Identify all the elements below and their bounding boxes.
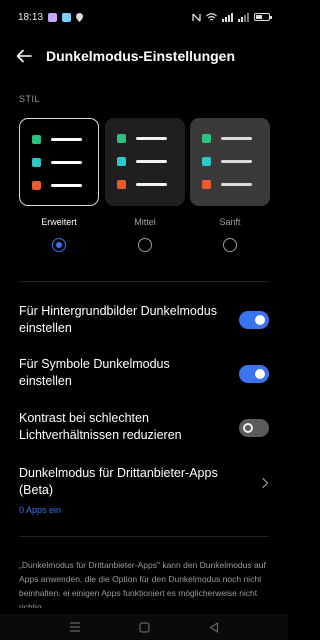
battery-icon [254, 13, 272, 21]
location-icon [76, 12, 84, 22]
style-label-sanft: Sanft [219, 217, 241, 227]
setting-label: Kontrast bei schlechten Lichtverhältniss… [19, 411, 182, 442]
green-square-icon [32, 134, 41, 144]
toggle-knob [255, 369, 265, 379]
text-line [221, 159, 252, 163]
setting-label: Dunkelmodus für Drittanbieter-Apps (Beta… [19, 466, 218, 497]
style-label-erweitert: Erweitert [41, 217, 77, 227]
back-triangle-icon[interactable] [209, 621, 219, 633]
text-line [51, 160, 82, 164]
notification-app-icon [62, 12, 72, 22]
green-square-icon [117, 133, 126, 143]
radio-mittel[interactable] [138, 238, 152, 252]
navigation-bar [0, 614, 288, 640]
text-line [51, 137, 82, 141]
setting-wallpaper-dark[interactable]: Für Hintergrundbilder Dunkelmodus einste… [19, 303, 269, 337]
setting-icons-dark[interactable]: Für Symbole Dunkelmodus einstellen [19, 356, 269, 390]
wallpaper-toggle[interactable] [239, 311, 269, 329]
orange-square-icon [117, 179, 126, 189]
apps-count-text: 0 Apps ein [19, 505, 62, 515]
menu-icon[interactable] [69, 622, 81, 632]
toggle-knob [243, 423, 253, 433]
style-card-erweitert[interactable] [19, 118, 99, 206]
back-button[interactable] [10, 42, 38, 70]
page-title: Dunkelmodus-Einstellungen [46, 48, 236, 64]
setting-third-party-apps[interactable]: Dunkelmodus für Drittanbieter-Apps (Beta… [19, 465, 269, 515]
setting-reduce-contrast[interactable]: Kontrast bei schlechten Lichtverhältniss… [19, 410, 269, 444]
home-icon[interactable] [139, 621, 151, 633]
divider [19, 281, 269, 282]
header: Dunkelmodus-Einstellungen [0, 40, 288, 72]
back-arrow-icon [16, 49, 32, 63]
cyan-square-icon [202, 156, 211, 166]
orange-square-icon [32, 180, 41, 190]
icons-toggle[interactable] [239, 365, 269, 383]
text-line [221, 182, 252, 186]
style-card-mittel[interactable] [105, 118, 185, 206]
wifi-icon [206, 12, 217, 20]
orange-square-icon [202, 179, 211, 189]
style-label-mittel: Mittel [134, 217, 156, 227]
notification-app-icon [48, 12, 58, 22]
text-line [51, 183, 82, 187]
cyan-square-icon [32, 157, 41, 167]
cyan-square-icon [117, 156, 126, 166]
chevron-right-icon [262, 477, 269, 489]
text-line [136, 136, 167, 140]
radio-erweitert[interactable] [52, 238, 66, 252]
text-line [136, 182, 167, 186]
style-card-sanft[interactable] [190, 118, 270, 206]
signal-icon [238, 12, 249, 22]
nfc-icon [192, 13, 201, 21]
contrast-toggle[interactable] [239, 419, 269, 437]
section-label-style: STIL [19, 94, 41, 104]
setting-label: Für Symbole Dunkelmodus einstellen [19, 357, 170, 388]
status-bar: 18:13 [0, 0, 288, 34]
status-time: 18:13 [18, 11, 44, 23]
radio-sanft[interactable] [223, 238, 237, 252]
text-line [221, 136, 252, 140]
footer-note: „Dunkelmodus für Drittanbieter-Apps" kan… [19, 560, 266, 608]
status-right [192, 12, 272, 22]
text-line [136, 159, 167, 163]
signal-icon [222, 12, 233, 22]
divider [19, 536, 269, 537]
setting-label: Für Hintergrundbilder Dunkelmodus einste… [19, 304, 218, 335]
toggle-knob [255, 315, 265, 325]
green-square-icon [202, 133, 211, 143]
status-left: 18:13 [18, 11, 84, 23]
